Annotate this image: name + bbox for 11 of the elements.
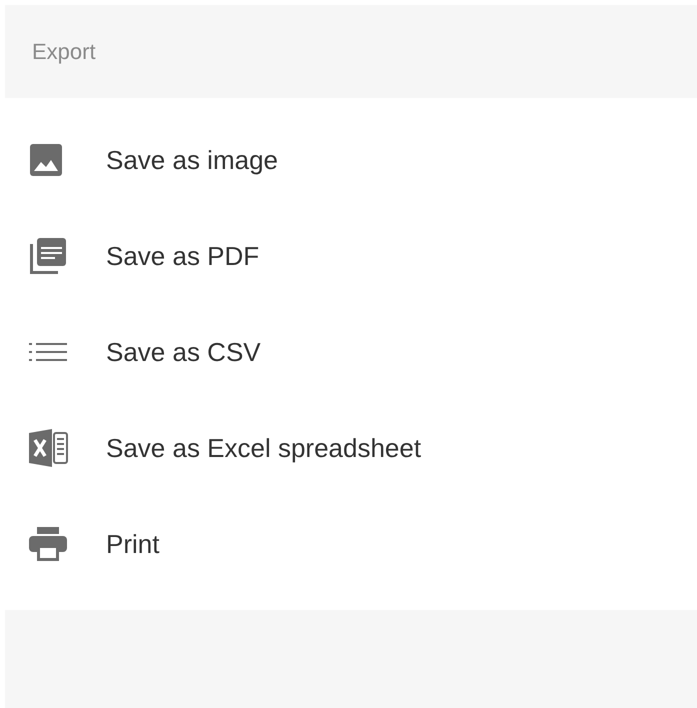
- printer-icon: [28, 526, 68, 562]
- image-icon: [28, 142, 64, 178]
- menu-item[interactable]: Save as PDF: [0, 208, 697, 304]
- pdf-file-icon: [28, 236, 68, 276]
- menu-item[interactable]: Save as CSV: [0, 304, 697, 400]
- menu-item[interactable]: Save as Excel spreadsheet: [0, 400, 697, 496]
- menu-item[interactable]: Print: [0, 496, 697, 592]
- list-icon: [28, 342, 68, 362]
- menu-item[interactable]: Save as image: [0, 112, 697, 208]
- spreadsheet-icon: [28, 428, 68, 468]
- header-title: Export: [32, 38, 96, 66]
